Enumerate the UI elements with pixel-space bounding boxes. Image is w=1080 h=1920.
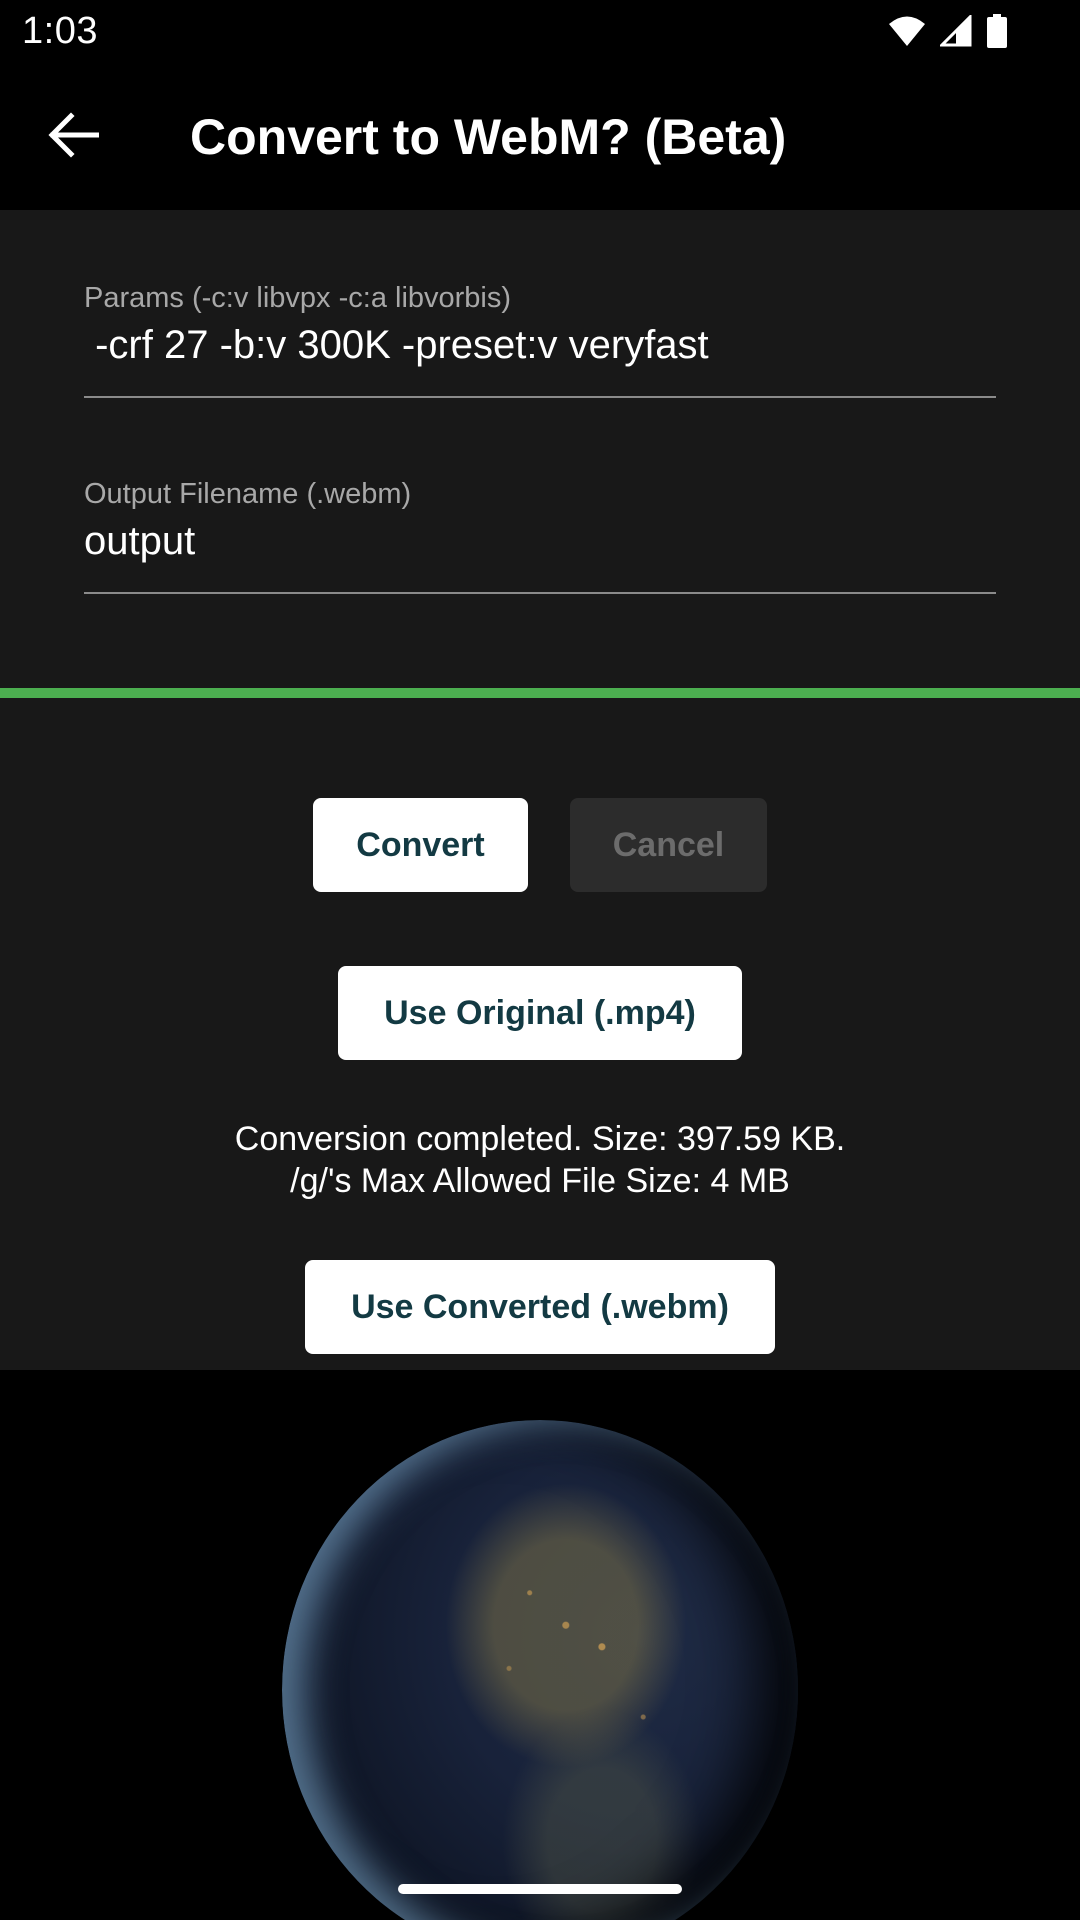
main-content: Params (-c:v libvpx -c:a libvorbis) Outp… xyxy=(0,210,1080,1370)
params-input[interactable] xyxy=(84,323,996,396)
page-title: Convert to WebM? (Beta) xyxy=(190,109,787,165)
home-indicator[interactable] xyxy=(398,1884,682,1894)
conversion-progress-bar xyxy=(0,688,1080,698)
params-label: Params (-c:v libvpx -c:a libvorbis) xyxy=(84,282,512,314)
use-original-button[interactable]: Use Original (.mp4) xyxy=(338,966,742,1060)
progress-fill xyxy=(0,688,1080,698)
conversion-size-text: Conversion completed. Size: 397.59 KB. xyxy=(234,1120,846,1158)
status-icons xyxy=(888,13,1008,53)
cancel-button[interactable]: Cancel xyxy=(570,798,767,892)
output-filename-input[interactable] xyxy=(84,519,996,592)
earth-globe-image xyxy=(282,1420,798,1920)
video-preview[interactable] xyxy=(0,1370,1080,1920)
params-field: Params (-c:v libvpx -c:a libvorbis) xyxy=(84,282,996,398)
max-size-text: /g/'s Max Allowed File Size: 4 MB xyxy=(290,1162,790,1200)
output-filename-field: Output Filename (.webm) xyxy=(84,478,996,594)
status-bar: 1:03 xyxy=(0,0,1080,64)
cell-signal-icon xyxy=(938,13,972,52)
output-filename-label: Output Filename (.webm) xyxy=(84,478,412,510)
wifi-icon xyxy=(888,15,926,52)
app-bar: Convert to WebM? (Beta) xyxy=(0,64,1080,210)
conversion-status: Conversion completed. Size: 397.59 KB. /… xyxy=(0,1118,1080,1202)
back-button[interactable] xyxy=(38,102,108,172)
arrow-back-icon xyxy=(47,111,100,163)
convert-button[interactable]: Convert xyxy=(313,798,528,892)
status-time: 1:03 xyxy=(22,10,98,52)
use-converted-button[interactable]: Use Converted (.webm) xyxy=(305,1260,775,1354)
battery-icon xyxy=(986,14,1008,53)
